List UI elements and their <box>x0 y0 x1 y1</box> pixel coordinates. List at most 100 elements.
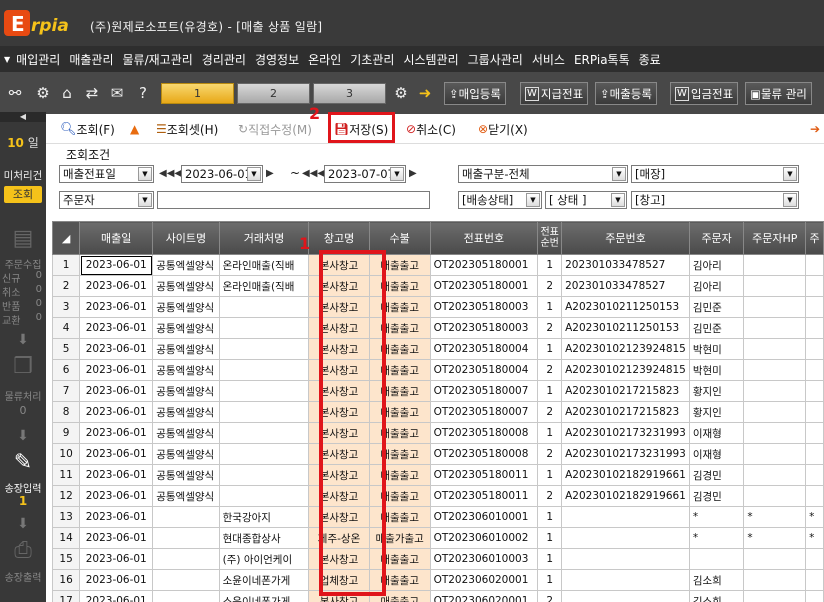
row-number[interactable]: 16 <box>52 569 81 591</box>
orderer-select[interactable]: 주문자 ▼ <box>59 191 154 209</box>
collapse-icon[interactable]: ◀ <box>0 112 46 122</box>
cell-sales-date[interactable]: 2023-06-01 <box>79 380 154 402</box>
cell-extra[interactable] <box>805 464 824 486</box>
cell-slip-number[interactable]: OT202306020001 <box>429 569 539 591</box>
cell-site-name[interactable] <box>152 590 220 602</box>
cell-sales-date[interactable]: 2023-06-01 <box>79 506 154 528</box>
cell-orderer-hp[interactable] <box>743 380 807 402</box>
cell-site-name[interactable]: 공통엑셀양식 <box>152 317 220 339</box>
invoice-input-label[interactable]: 송장입력 <box>0 480 46 495</box>
cell-orderer-hp[interactable]: * <box>743 527 807 549</box>
cell-extra[interactable]: * <box>805 527 824 549</box>
cell-order-number[interactable] <box>561 506 690 528</box>
cell-extra[interactable] <box>805 590 824 602</box>
cell-order-number[interactable] <box>561 590 690 602</box>
cell-orderer-hp[interactable] <box>743 275 807 297</box>
cell-site-name[interactable]: 공통엑셀양식 <box>152 485 220 507</box>
row-number[interactable]: 10 <box>52 443 81 465</box>
cell-slip-number[interactable]: OT202305180007 <box>429 380 539 402</box>
cell-extra[interactable] <box>805 548 824 570</box>
menu-caret-icon[interactable]: ▼ <box>4 55 10 64</box>
cell-slip-number[interactable]: OT202305180004 <box>429 359 539 381</box>
menu-sales[interactable]: 매출관리 <box>69 51 113 68</box>
row-number[interactable]: 17 <box>52 590 81 602</box>
date-to-input[interactable]: 2023-07-07 ▼ <box>324 165 406 183</box>
purchase-register-button[interactable]: ⇪ 매입등록 <box>444 82 506 105</box>
sales-type-select[interactable]: 매출구분-전체 ▼ <box>458 165 628 183</box>
cell-slip-number[interactable]: OT202305180007 <box>429 401 539 423</box>
cell-orderer[interactable]: 황지인 <box>688 401 745 423</box>
cell-orderer[interactable]: 황지인 <box>688 380 745 402</box>
cell-orderer-hp[interactable]: * <box>743 506 807 528</box>
page-tab-1[interactable]: 1 <box>161 83 234 104</box>
cell-client-name[interactable] <box>218 401 310 423</box>
row-number[interactable]: 15 <box>52 548 81 570</box>
table-row[interactable]: 17 2023-06-01 소윤이네폰가게 본사창고 매출출고 OT20230602000… <box>52 590 824 602</box>
row-number[interactable]: 1 <box>52 254 81 276</box>
cell-order-number[interactable]: 202301033478527 <box>561 254 690 276</box>
table-row[interactable]: 16 2023-06-01 소윤이네폰가게 업체창고 매출출고 OT20230602000… <box>52 569 824 591</box>
menu-service[interactable]: 서비스 <box>532 51 565 68</box>
row-number[interactable]: 8 <box>52 401 81 423</box>
cell-orderer-hp[interactable] <box>743 254 807 276</box>
table-row[interactable]: 8 2023-06-01 공통엑셀양식 본사창고 매출출고 OT202305180007 2… <box>52 401 824 423</box>
cell-client-name[interactable] <box>218 485 310 507</box>
cell-slip-seq[interactable]: 1 <box>537 380 563 402</box>
cell-site-name[interactable] <box>152 527 220 549</box>
cell-sales-date[interactable]: 2023-06-01 <box>79 590 154 602</box>
row-number[interactable]: 14 <box>52 527 81 549</box>
cell-orderer[interactable]: 박현미 <box>688 359 745 381</box>
cell-slip-number[interactable]: OT202305180003 <box>429 317 539 339</box>
cell-site-name[interactable]: 공통엑셀양식 <box>152 254 220 276</box>
cell-client-name[interactable] <box>218 338 310 360</box>
col-site-name[interactable]: 사이트명 <box>152 221 220 255</box>
cell-sales-date[interactable]: 2023-06-01 <box>79 296 154 318</box>
cell-extra[interactable] <box>805 275 824 297</box>
cell-client-name[interactable]: 한국강아지 <box>218 506 310 528</box>
cell-slip-seq[interactable]: 1 <box>537 254 563 276</box>
cell-orderer[interactable]: 박현미 <box>688 338 745 360</box>
table-row[interactable]: 1 2023-06-01 공통엑셀양식 온라인매출(직배 본사창고 매출출고 OT20230… <box>52 254 824 276</box>
cell-extra[interactable] <box>805 338 824 360</box>
cell-client-name[interactable] <box>218 464 310 486</box>
table-row[interactable]: 11 2023-06-01 공통엑셀양식 본사창고 매출출고 OT202305180011… <box>52 464 824 486</box>
close-button[interactable]: ⊗ 닫기(X) <box>478 120 528 138</box>
cell-slip-seq[interactable]: 2 <box>537 590 563 602</box>
cell-orderer[interactable]: 김아리 <box>688 275 745 297</box>
cell-slip-seq[interactable]: 2 <box>537 359 563 381</box>
cell-slip-number[interactable]: OT202305180004 <box>429 338 539 360</box>
cell-client-name[interactable]: 현대종합상사 <box>218 527 310 549</box>
cell-client-name[interactable]: 온라인매출(직배 <box>218 275 310 297</box>
cell-slip-number[interactable]: OT202305180003 <box>429 296 539 318</box>
cell-site-name[interactable] <box>152 548 220 570</box>
cell-order-number[interactable]: A2023010211250153 <box>561 296 690 318</box>
orderer-input[interactable] <box>157 191 430 209</box>
cell-site-name[interactable]: 공통엑셀양식 <box>152 359 220 381</box>
cell-orderer-hp[interactable] <box>743 548 807 570</box>
cell-extra[interactable] <box>805 317 824 339</box>
table-row[interactable]: 10 2023-06-01 공통엑셀양식 본사창고 매출출고 OT202305180008… <box>52 443 824 465</box>
cell-sales-date[interactable]: 2023-06-01 <box>79 464 154 486</box>
cell-extra[interactable] <box>805 380 824 402</box>
logistics-manage-button[interactable]: ▣ 물류 관리 <box>745 82 812 105</box>
col-extra[interactable]: 주 <box>805 221 824 255</box>
delivery-status-select[interactable]: [배송상태] ▼ <box>458 191 542 209</box>
search-button[interactable]: 🔍︎ 조회(F) <box>60 120 115 138</box>
cell-order-number[interactable]: A20230102182919661 <box>561 485 690 507</box>
status-select[interactable]: [ 상태 ] ▼ <box>545 191 627 209</box>
cell-extra[interactable] <box>805 485 824 507</box>
cell-orderer[interactable]: 이재형 <box>688 422 745 444</box>
cell-orderer[interactable]: * <box>688 527 745 549</box>
order-collect-label[interactable]: 주문수집 <box>0 256 46 271</box>
cell-orderer-hp[interactable] <box>743 569 807 591</box>
table-row[interactable]: 9 2023-06-01 공통엑셀양식 본사창고 매출출고 OT202305180008 1… <box>52 422 824 444</box>
cell-site-name[interactable]: 공통엑셀양식 <box>152 422 220 444</box>
col-order-number[interactable]: 주문번호 <box>561 221 690 255</box>
cell-order-number[interactable]: 202301033478527 <box>561 275 690 297</box>
cell-orderer[interactable]: 김경민 <box>688 485 745 507</box>
col-client-name[interactable]: 거래처명 <box>218 221 310 255</box>
refresh-icon[interactable]: ⇄ <box>81 82 103 104</box>
cell-extra[interactable] <box>805 443 824 465</box>
menu-erpia-talk[interactable]: ERPia톡톡 <box>574 51 630 68</box>
table-row[interactable]: 2 2023-06-01 공통엑셀양식 온라인매출(직배 본사창고 매출출고 OT20230… <box>52 275 824 297</box>
